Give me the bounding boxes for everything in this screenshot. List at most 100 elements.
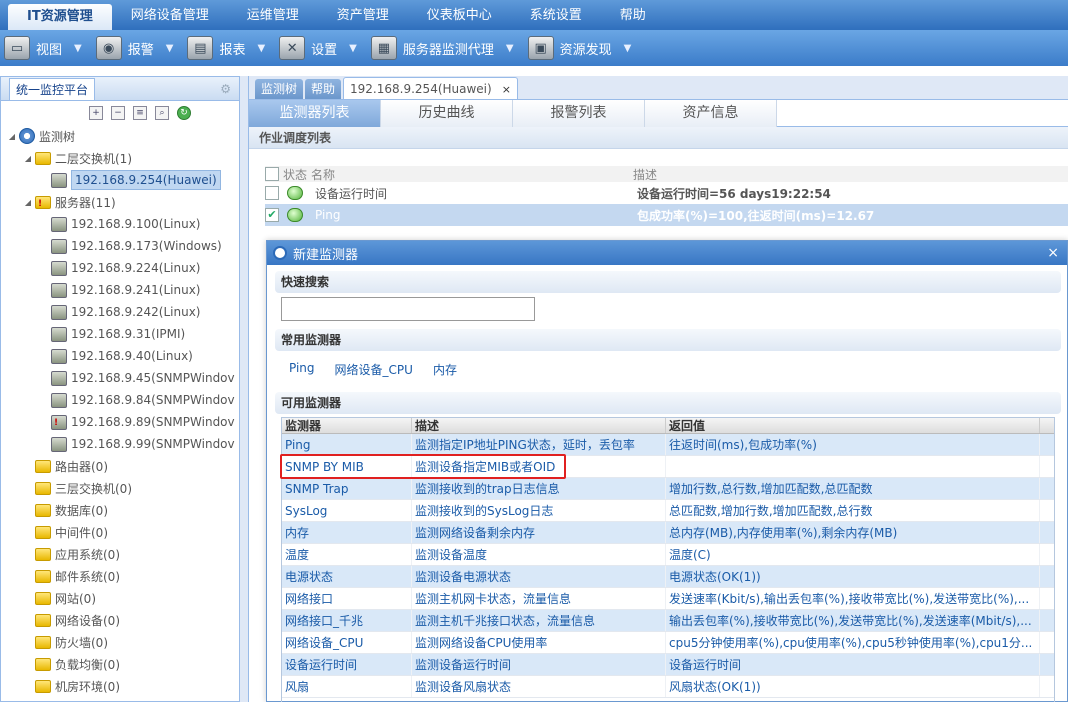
table-row[interactable]: 网络接口 监测主机网卡状态，流量信息 发送速率(Kbit/s),输出丢包率(%),接… [282,588,1054,610]
table-row[interactable]: ✔ Ping 包成功率(%)=100,往返时间(ms)=12.67 [265,204,1068,226]
collapse-all-icon[interactable]: − [111,106,125,120]
tab-asset-info[interactable]: 资产信息 [645,100,777,127]
tree-node[interactable]: 192.168.9.241(Linux) [1,279,239,301]
search-icon[interactable]: ⌕ [155,106,169,120]
select-all-checkbox[interactable] [265,167,279,181]
menu-network-device[interactable]: 网络设备管理 [112,2,228,30]
table-row[interactable]: SNMP Trap 监测接收到的trap日志信息 增加行数,总行数,增加匹配数,总匹… [282,478,1054,500]
tab-device-huawei[interactable]: 192.168.9.254(Huawei) × [343,77,518,99]
close-icon[interactable]: × [1047,245,1059,261]
app-logo-icon [273,246,287,260]
tree-node[interactable]: 192.168.9.31(IPMI) [1,323,239,345]
device-icon [51,370,67,386]
menu-help[interactable]: 帮助 [601,2,665,30]
tree-node[interactable]: 192.168.9.40(Linux) [1,345,239,367]
common-monitor-memory[interactable]: 内存 [433,361,457,378]
table-row[interactable]: 网络设备_CPU 监测网络设备CPU使用率 cpu5分钟使用率(%),cpu使用率(… [282,632,1054,654]
row-checkbox[interactable] [265,186,279,200]
tree-node[interactable]: ◢ 服务器(11) [1,191,239,213]
tree-node[interactable]: 负载均衡(0) [1,653,239,675]
table-row[interactable]: 风扇 监测设备风扇状态 风扇状态(OK(1)) [282,676,1054,698]
toolbar-report-button[interactable]: ▤ 报表 ▼ [183,30,275,66]
device-icon [51,436,67,452]
tab-history-curve[interactable]: 历史曲线 [381,100,513,127]
panel-splitter[interactable] [240,76,248,702]
tree-node[interactable]: 192.168.9.84(SNMPWindov [1,389,239,411]
tree-toolbar: + − ≡ ⌕ ↻ [1,101,239,125]
tree-node[interactable]: 数据库(0) [1,499,239,521]
tree-node-label: 邮件系统(0) [55,569,120,584]
tree-node-label: 服务器(11) [55,195,116,210]
server-agent-icon: ▦ [370,36,397,60]
cell-name: 温度 [282,544,412,565]
table-row[interactable]: 网络接口_千兆 监测主机千兆接口状态，流量信息 输出丢包率(%),接收带宽比(%),… [282,610,1054,632]
tree-node[interactable]: 192.168.9.173(Windows) [1,235,239,257]
common-monitor-cpu[interactable]: 网络设备_CPU [335,361,413,378]
dialog-titlebar[interactable]: 新建监测器 × [267,241,1067,265]
menu-assets[interactable]: 资产管理 [318,2,408,30]
expand-toggle-icon[interactable]: ◢ [23,154,33,163]
row-checkbox[interactable]: ✔ [265,208,279,222]
refresh-icon[interactable]: ↻ [177,106,191,120]
folder-icon [35,195,51,209]
table-row[interactable]: 电源状态 监测设备电源状态 电源状态(OK(1)) [282,566,1054,588]
tree-node[interactable]: ◢ 监测树 [1,125,239,147]
toolbar-view-button[interactable]: ▭ 视图 ▼ [0,30,92,66]
tree-node[interactable]: 192.168.9.100(Linux) [1,213,239,235]
search-input[interactable] [281,297,535,321]
common-monitor-ping[interactable]: Ping [289,361,315,378]
expand-toggle-icon[interactable]: ◢ [23,198,33,207]
tab-alarm-list[interactable]: 报警列表 [513,100,645,127]
table-row[interactable]: SysLog 监测接收到的SysLog日志 总匹配数,增加行数,增加匹配数,总行数 [282,500,1054,522]
cell-name: SNMP Trap [282,478,412,499]
table-row[interactable]: Ping 监测指定IP地址PING状态，延时，丢包率 往返时间(ms),包成功率(%… [282,434,1054,456]
menu-dashboard[interactable]: 仪表板中心 [408,2,511,30]
alarm-icon: ◉ [95,36,122,60]
tree-node-label: 192.168.9.40(Linux) [71,349,193,363]
tab-help[interactable]: 帮助 [305,79,342,99]
cell-ret: 温度(C) [666,544,1040,565]
toolbar-discovery-button[interactable]: ▣ 资源发现 ▼ [524,30,642,66]
cell-ret: 电源状态(OK(1)) [666,566,1040,587]
tree-node[interactable]: 192.168.9.224(Linux) [1,257,239,279]
tree-node[interactable]: 路由器(0) [1,455,239,477]
tree-node[interactable]: 应用系统(0) [1,543,239,565]
expand-toggle-icon[interactable]: ◢ [7,132,17,141]
table-row[interactable]: 温度 监测设备温度 温度(C) [282,544,1054,566]
cell-ret: 设备运行时间 [666,654,1040,675]
toolbar-server-agent-button[interactable]: ▦ 服务器监测代理 ▼ [367,30,524,66]
table-row[interactable]: 设备运行时间 监测设备运行时间 设备运行时间 [282,654,1054,676]
menu-system-settings[interactable]: 系统设置 [511,2,601,30]
device-icon [51,414,67,430]
menu-operations[interactable]: 运维管理 [228,2,318,30]
cell-ret: 往返时间(ms),包成功率(%) [666,434,1040,455]
tab-monitor-list[interactable]: 监测器列表 [249,100,381,127]
tree-node[interactable]: 邮件系统(0) [1,565,239,587]
tree-node[interactable]: 192.168.9.242(Linux) [1,301,239,323]
tree-settings-icon[interactable]: ≡ [133,106,147,120]
tree-node[interactable]: 192.168.9.99(SNMPWindov [1,433,239,455]
tab-unified-monitoring[interactable]: 统一监控平台 [9,77,96,100]
tree-node[interactable]: 机房环境(0) [1,675,239,697]
tree-node[interactable]: 三层交换机(0) [1,477,239,499]
tree-node[interactable]: 192.168.9.89(SNMPWindov [1,411,239,433]
tree-node[interactable]: 防火墙(0) [1,631,239,653]
table-row[interactable]: 设备运行时间 设备运行时间=56 days19:22:54 [265,182,1068,204]
toolbar-alarm-button[interactable]: ◉ 报警 ▼ [92,30,184,66]
tree-node-label: 二层交换机(1) [55,151,132,166]
discovery-icon: ▣ [527,36,554,60]
toolbar-settings-button[interactable]: ✕ 设置 ▼ [275,30,367,66]
gear-icon[interactable]: ⚙ [220,82,231,96]
tree-node[interactable]: ◢ 二层交换机(1) [1,147,239,169]
tree-node[interactable]: 中间件(0) [1,521,239,543]
table-row[interactable]: 内存 监测网络设备剩余内存 总内存(MB),内存使用率(%),剩余内存(MB) [282,522,1054,544]
tree-node[interactable]: 网站(0) [1,587,239,609]
cell-desc: 监测接收到的SysLog日志 [412,500,666,521]
tree-node[interactable]: 网络设备(0) [1,609,239,631]
expand-all-icon[interactable]: + [89,106,103,120]
tree-node[interactable]: 192.168.9.254(Huawei) [1,169,239,191]
menu-it-resource[interactable]: IT资源管理 [8,4,112,30]
tree-node[interactable]: 192.168.9.45(SNMPWindov [1,367,239,389]
tab-monitor-tree[interactable]: 监测树 [255,79,304,99]
close-icon[interactable]: × [502,83,511,96]
